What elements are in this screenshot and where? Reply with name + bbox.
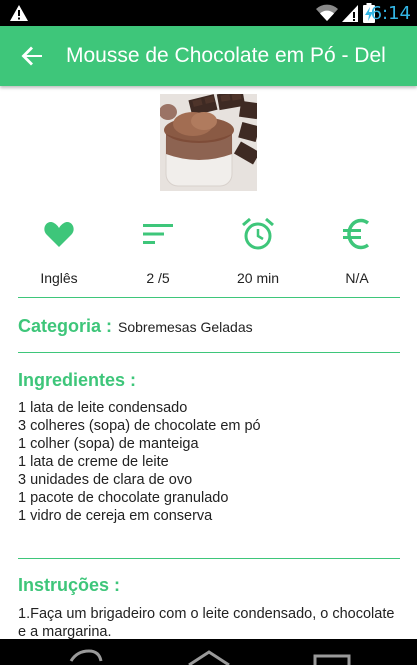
recipe-image [160,94,257,191]
ingredients-list: 1 lata de leite condensado 3 colheres (s… [18,399,261,525]
stat-language-label: Inglês [40,270,78,286]
stat-time-label: 20 min [236,270,280,286]
category-value: Sobremesas Geladas [118,319,253,335]
recents-nav-icon[interactable] [312,639,352,665]
system-nav-bar [0,639,417,665]
ingredients-title: Ingredientes : [18,370,137,390]
ingredient-item: 1 lata de creme de leite [18,454,169,470]
ingredient-item: 1 vidro de cereja em conserva [18,508,213,524]
ingredient-item: 1 pacote de chocolate granulado [18,490,229,506]
stat-price-label: N/A [345,270,369,286]
stat-price: N/A [312,214,402,286]
stat-language: Inglês [14,214,104,286]
divider [18,352,400,353]
divider [18,297,400,298]
stat-difficulty: 2 /5 [113,214,203,286]
ingredient-item: 1 lata de leite condensado [18,400,188,416]
signal-icon [342,5,358,22]
ingredient-item: 3 colheres (sopa) de chocolate em pó [18,418,261,434]
wifi-icon [316,4,338,21]
ingredient-item: 1 colher (sopa) de manteiga [18,436,199,452]
arrow-back-icon[interactable] [18,42,46,70]
stat-difficulty-label: 2 /5 [146,270,170,286]
euro-icon [343,218,370,250]
recipe-stats: Inglês 2 /5 20 min N/A [0,214,417,286]
instructions-text: 1.Faça um brigadeiro com o leite condens… [18,606,395,639]
page-title: Mousse de Chocolate em Pó - Del [66,44,386,67]
app-bar: Mousse de Chocolate em Pó - Del [0,26,417,86]
stat-time: 20 min [213,214,303,286]
status-clock: 6:14 [370,3,411,24]
back-nav-icon[interactable] [65,639,105,665]
home-nav-icon[interactable] [186,639,232,665]
ingredient-item: 3 unidades de clara de ovo [18,472,193,488]
heart-icon [44,222,74,247]
recipe-content[interactable]: Inglês 2 /5 20 min N/A Categoria: Sobre… [0,86,417,639]
sort-difficulty-icon [143,224,173,244]
divider [18,558,400,559]
alarm-clock-icon [242,217,274,250]
warning-icon [10,5,28,21]
status-bar: 6:14 [0,0,417,26]
instructions-title: Instruções : [18,575,121,595]
category-title: Categoria : [18,316,113,336]
chocolate-mousse-photo [160,94,257,191]
